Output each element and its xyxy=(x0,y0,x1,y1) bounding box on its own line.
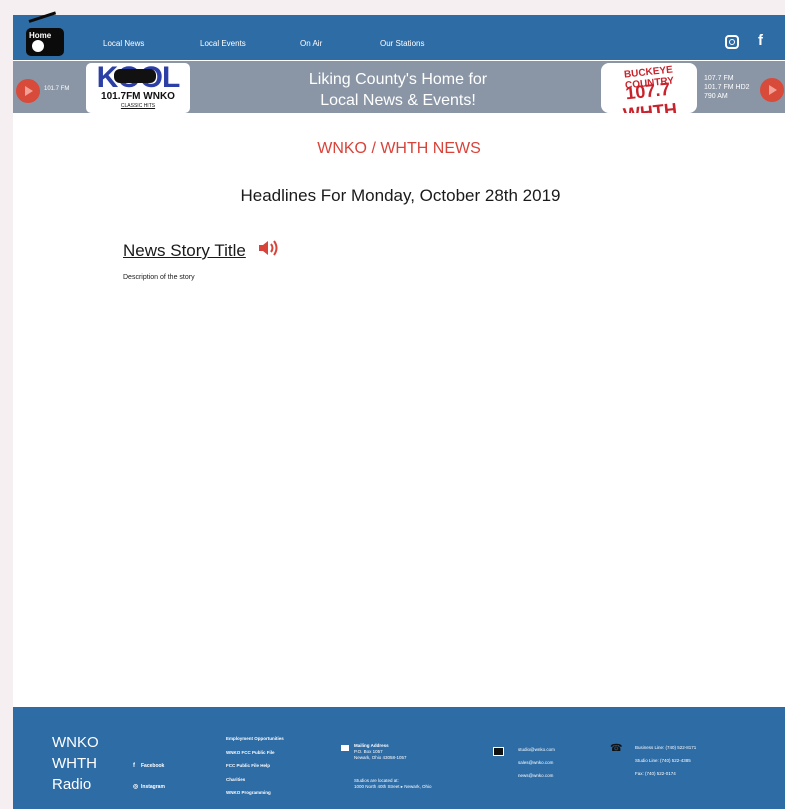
top-nav: Home Local News Local Events On Air Our … xyxy=(13,11,785,60)
email-link[interactable]: sales@wnko.com xyxy=(518,756,555,769)
phone-icon: ☎ xyxy=(610,743,623,754)
footer-brand-line: Radio xyxy=(52,776,92,793)
play-right-icon[interactable] xyxy=(760,78,784,102)
left-frequency: 101.7 FM xyxy=(44,86,70,92)
email-link[interactable]: news@wnko.com xyxy=(518,769,555,782)
nav-on-air[interactable]: On Air xyxy=(300,39,322,48)
tagline-line-2: Local News & Events! xyxy=(320,92,476,109)
footer-brand-line: WNKO xyxy=(52,734,99,751)
phone-number: Fax: (740) 522-0174 xyxy=(635,771,676,776)
nav-our-stations[interactable]: Our Stations xyxy=(380,39,424,48)
right-frequency: 101.7 FM HD2 xyxy=(704,84,750,91)
section-title: WNKO / WHTH NEWS xyxy=(317,140,481,157)
footer-link-employment[interactable]: Employment Opportunities xyxy=(226,736,284,741)
sunglasses-icon xyxy=(114,69,156,83)
tagline-line-1: Liking County's Home for xyxy=(308,71,488,88)
phone-number: Studio Line: (740) 522-4385 xyxy=(635,758,691,763)
footer-facebook-label: Facebook xyxy=(141,763,165,769)
nav-local-events[interactable]: Local Events xyxy=(200,39,246,48)
buckeye-country-logo[interactable]: BUCKEYE COUNTRY 107.7 WHTH xyxy=(601,63,697,113)
instagram-icon[interactable] xyxy=(725,35,739,49)
footer-brand-line: WHTH xyxy=(52,755,97,772)
story-title-link[interactable]: News Story Title xyxy=(123,241,246,261)
mailing-line: Newark, Ohio 43058-1057 xyxy=(354,755,407,760)
footer-facebook-link[interactable]: f Facebook xyxy=(133,763,164,769)
right-frequency: 107.7 FM xyxy=(704,75,734,82)
phone-number: Business Line: (740) 522-8171 xyxy=(635,745,697,750)
banner-tagline: Liking County's Home for Local News & Ev… xyxy=(248,69,548,111)
play-left-icon[interactable] xyxy=(16,79,40,103)
footer: WNKO WHTH Radio f Facebook ◎ Instagram Emp… xyxy=(13,707,785,809)
kool-subtitle: 101.7FM WNKO xyxy=(101,91,175,102)
headline-date: Headlines For Monday, October 28th 2019 xyxy=(240,186,561,205)
mail-icon xyxy=(341,745,349,751)
footer-link-fcc-help[interactable]: FCC Public File Help xyxy=(226,763,270,768)
speaker-icon[interactable] xyxy=(257,239,281,257)
instagram-icon: ◎ xyxy=(133,784,139,790)
mailing-address: Mailing Address P.O. Box 1057 Newark, Oh… xyxy=(354,743,407,761)
home-radio-icon[interactable]: Home xyxy=(26,11,64,56)
footer-brand: WNKO WHTH Radio xyxy=(52,732,99,795)
facebook-icon[interactable]: f xyxy=(758,32,763,49)
facebook-icon: f xyxy=(133,763,135,769)
phone-list: Business Line: (740) 522-8171 Studio Lin… xyxy=(635,741,696,780)
home-label[interactable]: Home xyxy=(29,31,51,40)
studio-address: Studios are located at: 1000 North 40th … xyxy=(354,778,432,790)
right-frequencies: 107.7 FM 101.7 FM HD2 790 AM xyxy=(704,74,750,101)
page: Home Local News Local Events On Air Our … xyxy=(13,11,785,809)
email-icon xyxy=(493,747,504,756)
footer-link-charities[interactable]: Charities xyxy=(226,777,245,782)
right-frequency: 790 AM xyxy=(704,93,728,100)
kool-logo[interactable]: KOOL 101.7FM WNKO CLASSIC HITS xyxy=(86,63,190,113)
studio-line: 1000 North 40th Street ▸ Newark, Ohio xyxy=(354,784,432,789)
email-list: studio@wnko.com sales@wnko.com news@wnko… xyxy=(518,743,555,782)
station-banner: 101.7 FM KOOL 101.7FM WNKO CLASSIC HITS … xyxy=(13,61,785,113)
footer-instagram-link[interactable]: ◎ Instagram xyxy=(133,783,165,790)
email-link[interactable]: studio@wnko.com xyxy=(518,743,555,756)
kool-tag: CLASSIC HITS xyxy=(120,103,156,109)
footer-instagram-label: Instagram xyxy=(141,784,165,790)
footer-link-fcc-file[interactable]: WNKO FCC Public File xyxy=(226,750,275,755)
nav-local-news[interactable]: Local News xyxy=(103,39,144,48)
story-description: Description of the story xyxy=(123,274,195,281)
footer-link-programming[interactable]: WNKO Programming xyxy=(226,790,271,795)
